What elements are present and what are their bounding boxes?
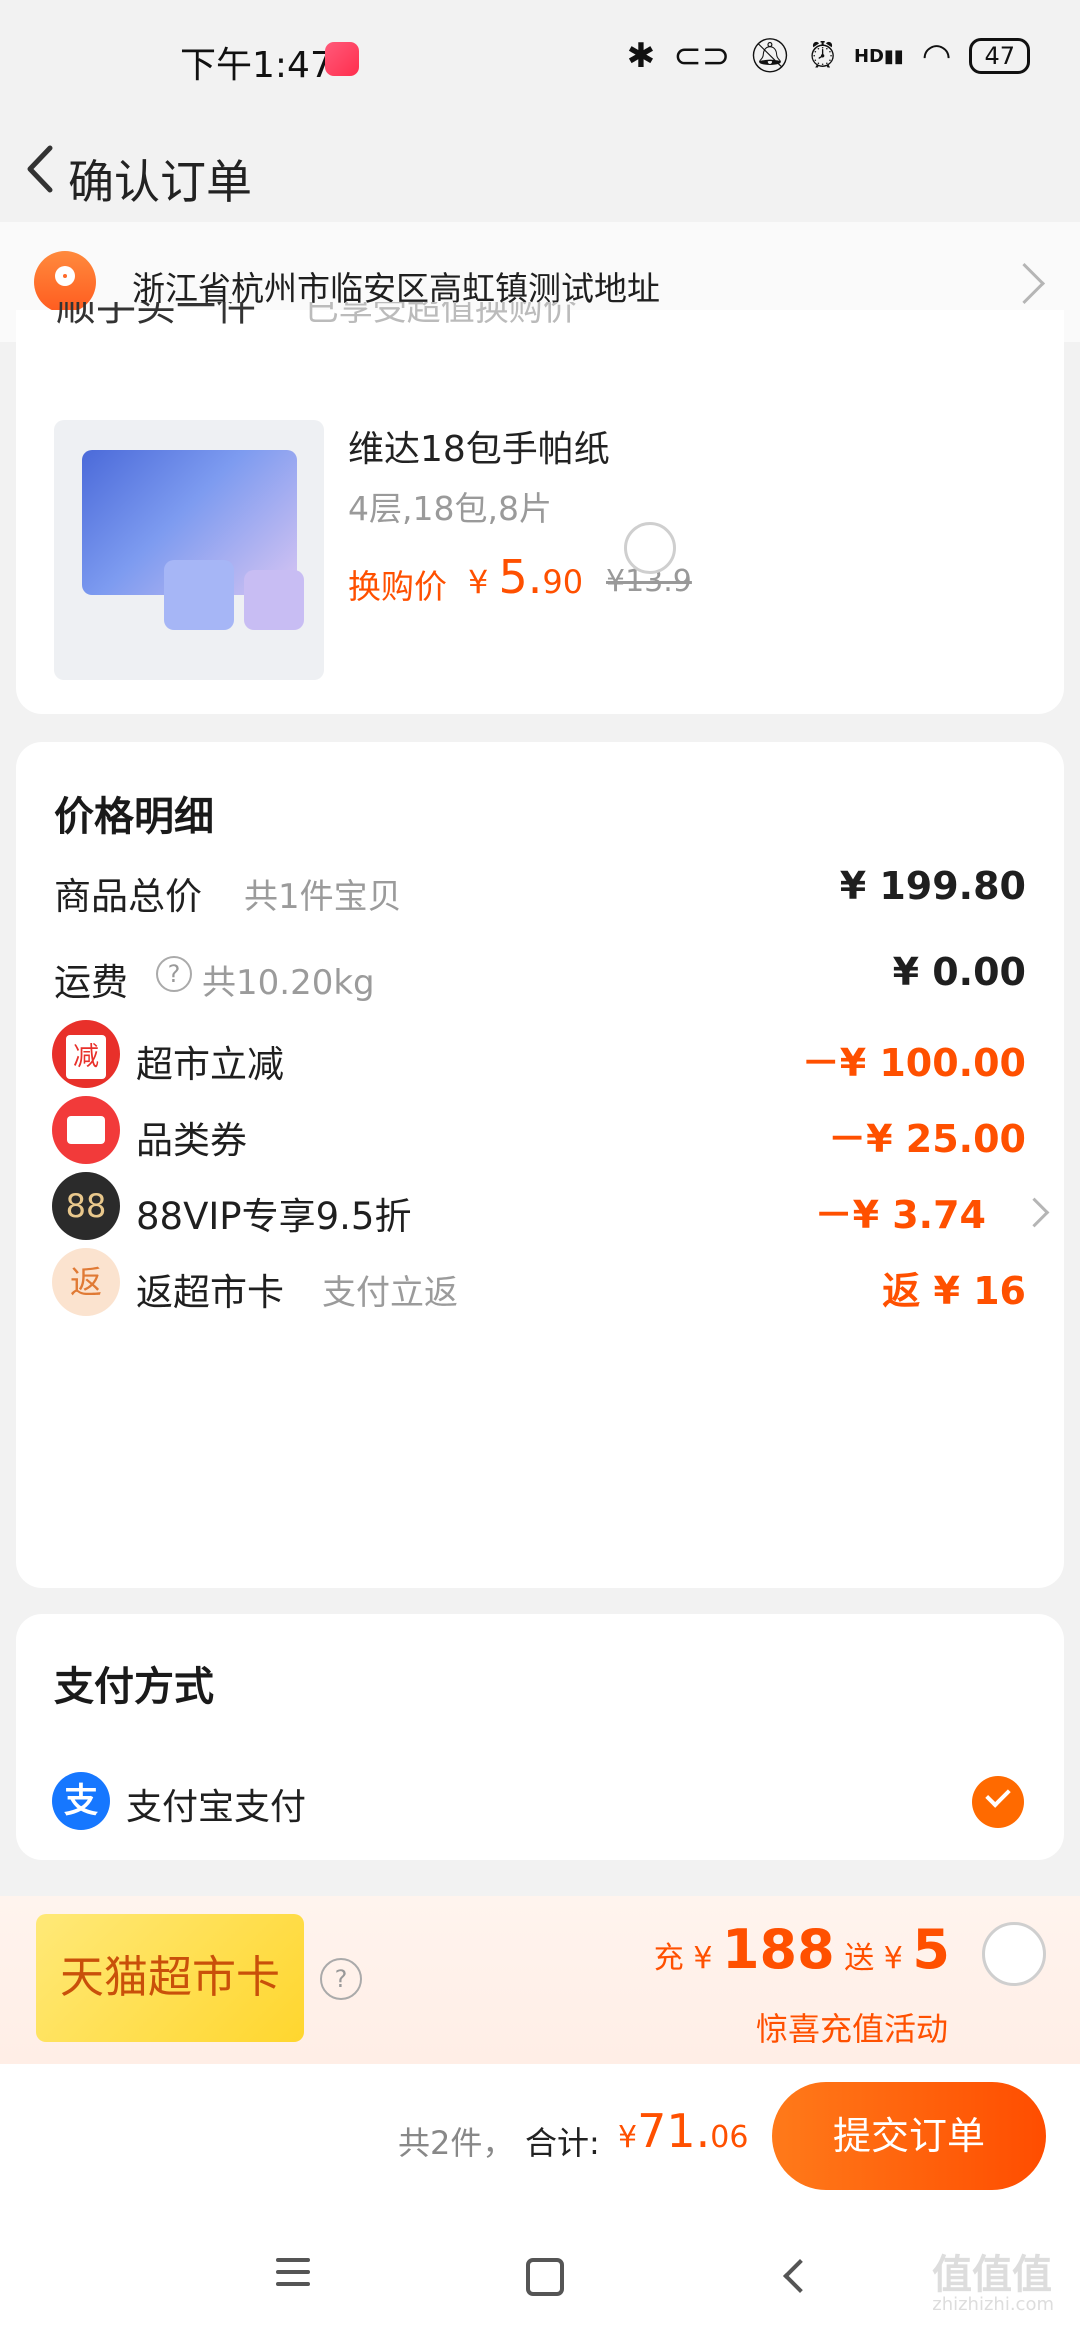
price-int: 5. (498, 550, 543, 604)
product-image[interactable] (54, 420, 324, 680)
shipping-value: ¥ 0.00 (892, 950, 1026, 994)
discount-value-supermarket: －¥ 100.00 (801, 1041, 1026, 1085)
cashback-label: 返超市卡 (136, 1271, 284, 1314)
chevron-right-icon (1003, 262, 1046, 305)
total-int: 71. (637, 2104, 711, 2158)
addon-product-card: 顺手买一件 已享受超值换购价 维达18包手帕纸 4层,18包,8片 换购价 ¥ … (16, 302, 1064, 714)
system-nav-bar: 值值值 zhizhizhi.com (0, 2212, 1080, 2340)
discount-label-vip[interactable]: 88VIP专享9.5折 (136, 1186, 411, 1240)
payment-selected-check-icon[interactable] (972, 1776, 1024, 1828)
addon-header-title: 顺手买一件 (56, 302, 256, 324)
item-count: 共2件， (398, 2124, 515, 2162)
total-currency: ¥ (618, 2120, 638, 2155)
total-label: 合计: (525, 2124, 600, 2162)
goods-total-sub: 共1件宝贝 (244, 877, 402, 917)
select-product-radio[interactable] (624, 522, 676, 574)
checkout-bar: 共2件， 合计: ¥71.06 提交订单 (0, 2064, 1080, 2212)
app-notification-icon (325, 42, 359, 76)
tmall-card-badge: 天猫超市卡 (36, 1914, 304, 2042)
cashback-icon: 返 (52, 1248, 120, 1316)
gift-amount: 5 (912, 1918, 950, 1981)
supermarket-discount-badge: 减 (66, 1035, 106, 1079)
promo-offer: 充 ¥ 188 送 ¥ 5 (654, 1918, 950, 1981)
total-price: ¥71.06 (618, 2104, 748, 2158)
payment-title: 支付方式 (54, 1664, 214, 1710)
payment-method-card: 支付方式 支 支付宝支付 (16, 1614, 1064, 1860)
shipping-label: 运费 (54, 961, 128, 1004)
payment-method-label[interactable]: 支付宝支付 (126, 1778, 306, 1830)
gift-prefix: 送 (844, 1941, 875, 1976)
link-icon: ⊂⊃ (673, 36, 731, 76)
discount-value-vip[interactable]: －¥ 3.74 (815, 1184, 986, 1239)
status-bar: 下午1:47 ✱ ⊂⊃ 🔕︎ ⏰︎ HD▮▮ ◠ 47 (0, 0, 1080, 120)
signal-icon: HD▮▮ (853, 45, 904, 67)
addon-header-sub: 已享受超值换购价 (304, 302, 577, 324)
battery-indicator: 47 (969, 38, 1030, 74)
alipay-icon: 支 (52, 1772, 110, 1830)
mute-bell-icon: 🔕︎ (748, 36, 792, 76)
wifi-icon: ◠ (921, 36, 952, 76)
promo-select-radio[interactable] (982, 1922, 1046, 1986)
watermark-logo: 值值值 (932, 2252, 1052, 2298)
price-detail-title: 价格明细 (54, 794, 214, 840)
network-type: HD (853, 45, 884, 67)
supermarket-discount-icon: 减 (52, 1020, 120, 1088)
coupon-ticket-icon (52, 1096, 120, 1164)
discount-label-category[interactable]: 品类券 (136, 1110, 247, 1164)
goods-total-value: ¥ 199.80 (839, 864, 1026, 908)
cashback-sub: 支付立返 (322, 1273, 458, 1313)
discount-label-supermarket: 超市立减 (136, 1043, 284, 1086)
discount-value-category[interactable]: －¥ 25.00 (828, 1108, 1026, 1163)
price-currency: ¥ (468, 563, 489, 601)
back-icon[interactable] (783, 2259, 817, 2293)
alarm-icon: ⏰︎ (809, 36, 836, 76)
promo-help-icon[interactable]: ? (320, 1958, 362, 2000)
product-name: 维达18包手帕纸 (348, 429, 610, 470)
promo-subtitle: 惊喜充值活动 (755, 2010, 948, 2048)
cashback-value: 返 ¥ 16 (882, 1269, 1026, 1313)
status-icons: ✱ ⊂⊃ 🔕︎ ⏰︎ HD▮▮ ◠ 47 (627, 36, 1030, 76)
charge-prefix: 充 (653, 1941, 684, 1976)
goods-total-label: 商品总价 (54, 875, 202, 918)
gift-currency: ¥ (883, 1941, 903, 1976)
price-detail-card: 价格明细 商品总价 共1件宝贝 ¥ 199.80 运费 ? 共10.20kg ¥… (16, 742, 1064, 1588)
status-time: 下午1:47 (180, 45, 333, 86)
watermark-url: zhizhizhi.com (932, 2294, 1054, 2315)
price-dec: 90 (542, 563, 584, 601)
menu-icon[interactable] (276, 2258, 310, 2294)
home-icon[interactable] (526, 2258, 564, 2296)
back-arrow-icon[interactable] (18, 134, 68, 204)
vip88-icon: 88 (52, 1172, 120, 1240)
page-title: 确认订单 (68, 155, 252, 209)
charge-currency: ¥ (693, 1941, 713, 1976)
total-dec: 06 (710, 2120, 749, 2155)
submit-order-button[interactable]: 提交订单 (772, 2082, 1046, 2190)
tmall-card-promo[interactable]: 天猫超市卡 ? 充 ¥ 188 送 ¥ 5 惊喜充值活动 (0, 1896, 1080, 2064)
product-price: ¥ 5.90 (468, 550, 583, 604)
shipping-sub: 共10.20kg (202, 963, 375, 1003)
price-label: 换购价 (348, 567, 447, 606)
product-spec: 4层,18包,8片 (348, 489, 552, 528)
nav-header: 确认订单 (0, 120, 1080, 220)
chevron-right-icon[interactable] (1019, 1197, 1050, 1228)
charge-amount: 188 (721, 1918, 835, 1981)
addon-section-header: 顺手买一件 已享受超值换购价 (56, 302, 577, 324)
shipping-help-icon[interactable]: ? (156, 956, 192, 992)
bluetooth-icon: ✱ (626, 36, 656, 76)
